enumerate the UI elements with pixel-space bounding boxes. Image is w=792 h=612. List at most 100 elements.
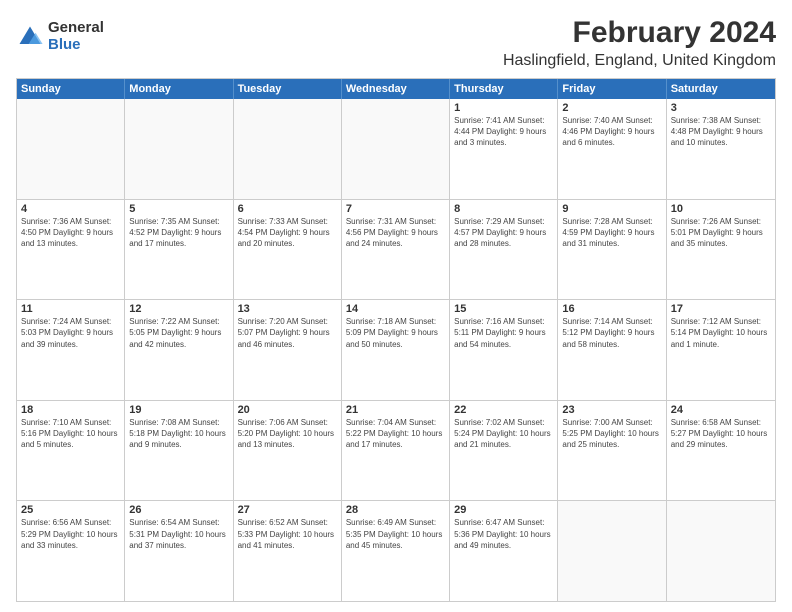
- day-number: 10: [671, 203, 771, 215]
- calendar-header-cell: Thursday: [450, 79, 558, 99]
- cell-info: Sunrise: 7:31 AM Sunset: 4:56 PM Dayligh…: [346, 216, 445, 250]
- calendar-cell: 13Sunrise: 7:20 AM Sunset: 5:07 PM Dayli…: [234, 300, 342, 400]
- main-title: February 2024: [503, 16, 776, 50]
- cell-info: Sunrise: 7:18 AM Sunset: 5:09 PM Dayligh…: [346, 316, 445, 350]
- cell-info: Sunrise: 6:58 AM Sunset: 5:27 PM Dayligh…: [671, 417, 771, 451]
- calendar-cell: [17, 99, 125, 199]
- calendar-row: 18Sunrise: 7:10 AM Sunset: 5:16 PM Dayli…: [17, 401, 775, 502]
- calendar-cell: [342, 99, 450, 199]
- cell-info: Sunrise: 7:40 AM Sunset: 4:46 PM Dayligh…: [562, 115, 661, 149]
- calendar-cell: 18Sunrise: 7:10 AM Sunset: 5:16 PM Dayli…: [17, 401, 125, 501]
- day-number: 8: [454, 203, 553, 215]
- day-number: 22: [454, 404, 553, 416]
- calendar-cell: [125, 99, 233, 199]
- calendar-cell: 25Sunrise: 6:56 AM Sunset: 5:29 PM Dayli…: [17, 501, 125, 601]
- logo-text: General Blue: [48, 20, 104, 53]
- cell-info: Sunrise: 7:12 AM Sunset: 5:14 PM Dayligh…: [671, 316, 771, 350]
- calendar-header-cell: Sunday: [17, 79, 125, 99]
- calendar-cell: 6Sunrise: 7:33 AM Sunset: 4:54 PM Daylig…: [234, 200, 342, 300]
- day-number: 27: [238, 504, 337, 516]
- calendar-cell: 27Sunrise: 6:52 AM Sunset: 5:33 PM Dayli…: [234, 501, 342, 601]
- calendar-cell: 22Sunrise: 7:02 AM Sunset: 5:24 PM Dayli…: [450, 401, 558, 501]
- day-number: 13: [238, 303, 337, 315]
- logo: General Blue: [16, 20, 104, 53]
- cell-info: Sunrise: 7:14 AM Sunset: 5:12 PM Dayligh…: [562, 316, 661, 350]
- calendar-cell: 14Sunrise: 7:18 AM Sunset: 5:09 PM Dayli…: [342, 300, 450, 400]
- cell-info: Sunrise: 6:52 AM Sunset: 5:33 PM Dayligh…: [238, 517, 337, 551]
- calendar-row: 11Sunrise: 7:24 AM Sunset: 5:03 PM Dayli…: [17, 300, 775, 401]
- title-block: February 2024 Haslingfield, England, Uni…: [503, 16, 776, 70]
- cell-info: Sunrise: 7:26 AM Sunset: 5:01 PM Dayligh…: [671, 216, 771, 250]
- calendar-cell: 3Sunrise: 7:38 AM Sunset: 4:48 PM Daylig…: [667, 99, 775, 199]
- day-number: 16: [562, 303, 661, 315]
- calendar-cell: 17Sunrise: 7:12 AM Sunset: 5:14 PM Dayli…: [667, 300, 775, 400]
- day-number: 23: [562, 404, 661, 416]
- day-number: 9: [562, 203, 661, 215]
- calendar-header: SundayMondayTuesdayWednesdayThursdayFrid…: [17, 79, 775, 99]
- cell-info: Sunrise: 7:35 AM Sunset: 4:52 PM Dayligh…: [129, 216, 228, 250]
- calendar-cell: 29Sunrise: 6:47 AM Sunset: 5:36 PM Dayli…: [450, 501, 558, 601]
- day-number: 3: [671, 102, 771, 114]
- calendar-header-cell: Wednesday: [342, 79, 450, 99]
- cell-info: Sunrise: 7:22 AM Sunset: 5:05 PM Dayligh…: [129, 316, 228, 350]
- calendar-header-cell: Monday: [125, 79, 233, 99]
- cell-info: Sunrise: 7:08 AM Sunset: 5:18 PM Dayligh…: [129, 417, 228, 451]
- cell-info: Sunrise: 7:28 AM Sunset: 4:59 PM Dayligh…: [562, 216, 661, 250]
- logo-general: General: [48, 20, 104, 37]
- calendar-cell: 21Sunrise: 7:04 AM Sunset: 5:22 PM Dayli…: [342, 401, 450, 501]
- header: General Blue February 2024 Haslingfield,…: [16, 16, 776, 70]
- calendar-cell: 1Sunrise: 7:41 AM Sunset: 4:44 PM Daylig…: [450, 99, 558, 199]
- calendar-cell: 26Sunrise: 6:54 AM Sunset: 5:31 PM Dayli…: [125, 501, 233, 601]
- cell-info: Sunrise: 6:47 AM Sunset: 5:36 PM Dayligh…: [454, 517, 553, 551]
- day-number: 21: [346, 404, 445, 416]
- calendar-row: 4Sunrise: 7:36 AM Sunset: 4:50 PM Daylig…: [17, 200, 775, 301]
- cell-info: Sunrise: 7:04 AM Sunset: 5:22 PM Dayligh…: [346, 417, 445, 451]
- day-number: 26: [129, 504, 228, 516]
- calendar-cell: 11Sunrise: 7:24 AM Sunset: 5:03 PM Dayli…: [17, 300, 125, 400]
- cell-info: Sunrise: 7:02 AM Sunset: 5:24 PM Dayligh…: [454, 417, 553, 451]
- day-number: 15: [454, 303, 553, 315]
- logo-icon: [16, 23, 44, 51]
- calendar-cell: 16Sunrise: 7:14 AM Sunset: 5:12 PM Dayli…: [558, 300, 666, 400]
- cell-info: Sunrise: 7:00 AM Sunset: 5:25 PM Dayligh…: [562, 417, 661, 451]
- day-number: 18: [21, 404, 120, 416]
- day-number: 4: [21, 203, 120, 215]
- calendar-header-cell: Tuesday: [234, 79, 342, 99]
- cell-info: Sunrise: 7:29 AM Sunset: 4:57 PM Dayligh…: [454, 216, 553, 250]
- day-number: 25: [21, 504, 120, 516]
- logo-blue: Blue: [48, 37, 104, 54]
- calendar-cell: 10Sunrise: 7:26 AM Sunset: 5:01 PM Dayli…: [667, 200, 775, 300]
- calendar-row: 1Sunrise: 7:41 AM Sunset: 4:44 PM Daylig…: [17, 99, 775, 200]
- cell-info: Sunrise: 7:20 AM Sunset: 5:07 PM Dayligh…: [238, 316, 337, 350]
- cell-info: Sunrise: 7:06 AM Sunset: 5:20 PM Dayligh…: [238, 417, 337, 451]
- day-number: 2: [562, 102, 661, 114]
- calendar-cell: 5Sunrise: 7:35 AM Sunset: 4:52 PM Daylig…: [125, 200, 233, 300]
- calendar-cell: [234, 99, 342, 199]
- day-number: 20: [238, 404, 337, 416]
- cell-info: Sunrise: 7:24 AM Sunset: 5:03 PM Dayligh…: [21, 316, 120, 350]
- calendar-header-cell: Saturday: [667, 79, 775, 99]
- cell-info: Sunrise: 6:49 AM Sunset: 5:35 PM Dayligh…: [346, 517, 445, 551]
- calendar-cell: 24Sunrise: 6:58 AM Sunset: 5:27 PM Dayli…: [667, 401, 775, 501]
- day-number: 11: [21, 303, 120, 315]
- day-number: 28: [346, 504, 445, 516]
- cell-info: Sunrise: 7:36 AM Sunset: 4:50 PM Dayligh…: [21, 216, 120, 250]
- calendar-cell: 28Sunrise: 6:49 AM Sunset: 5:35 PM Dayli…: [342, 501, 450, 601]
- day-number: 12: [129, 303, 228, 315]
- calendar-body: 1Sunrise: 7:41 AM Sunset: 4:44 PM Daylig…: [17, 99, 775, 601]
- day-number: 17: [671, 303, 771, 315]
- calendar-cell: 4Sunrise: 7:36 AM Sunset: 4:50 PM Daylig…: [17, 200, 125, 300]
- calendar-cell: [667, 501, 775, 601]
- cell-info: Sunrise: 6:56 AM Sunset: 5:29 PM Dayligh…: [21, 517, 120, 551]
- cell-info: Sunrise: 7:38 AM Sunset: 4:48 PM Dayligh…: [671, 115, 771, 149]
- day-number: 1: [454, 102, 553, 114]
- calendar-cell: 15Sunrise: 7:16 AM Sunset: 5:11 PM Dayli…: [450, 300, 558, 400]
- subtitle: Haslingfield, England, United Kingdom: [503, 52, 776, 70]
- page: General Blue February 2024 Haslingfield,…: [0, 0, 792, 612]
- day-number: 7: [346, 203, 445, 215]
- cell-info: Sunrise: 7:10 AM Sunset: 5:16 PM Dayligh…: [21, 417, 120, 451]
- calendar-row: 25Sunrise: 6:56 AM Sunset: 5:29 PM Dayli…: [17, 501, 775, 601]
- day-number: 29: [454, 504, 553, 516]
- cell-info: Sunrise: 7:33 AM Sunset: 4:54 PM Dayligh…: [238, 216, 337, 250]
- calendar-cell: 9Sunrise: 7:28 AM Sunset: 4:59 PM Daylig…: [558, 200, 666, 300]
